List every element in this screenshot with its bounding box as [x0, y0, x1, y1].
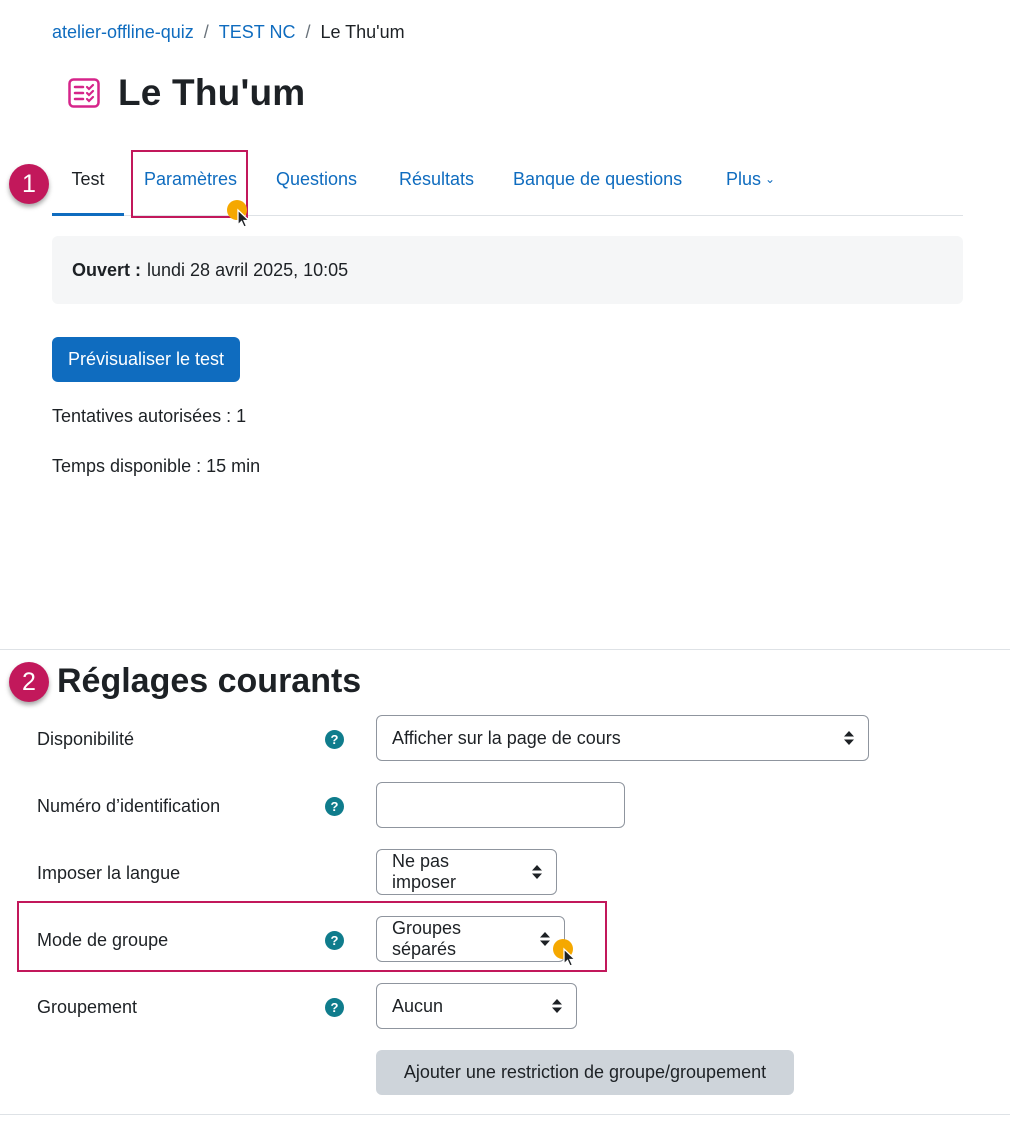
section-title: Réglages courants	[57, 662, 362, 700]
highlight-box-groupmode	[17, 901, 607, 972]
open-value: lundi 28 avril 2025, 10:05	[147, 259, 349, 280]
page-title: Le Thu'um	[118, 72, 306, 113]
step-badge-1: 1	[9, 164, 49, 204]
select-arrows-icon	[552, 999, 562, 1013]
tab-test[interactable]: Test	[52, 156, 124, 216]
chevron-down-icon: ⌄	[765, 172, 776, 186]
attempts-allowed: Tentatives autorisées : 1	[52, 406, 247, 426]
select-arrows-icon	[532, 865, 542, 879]
tab-resultats[interactable]: Résultats	[399, 156, 474, 216]
breadcrumb-current: Le Thu'um	[320, 22, 405, 42]
idnumber-label: Numéro d’identification	[37, 796, 221, 816]
idnumber-input[interactable]	[376, 782, 625, 828]
tab-banque-de-questions[interactable]: Banque de questions	[513, 156, 682, 216]
quiz-open-date: Ouvert : lundi 28 avril 2025, 10:05	[52, 236, 963, 304]
mouse-cursor-icon	[553, 939, 577, 967]
language-label: Imposer la langue	[37, 863, 181, 883]
availability-value: Afficher sur la page de cours	[392, 727, 621, 748]
language-select[interactable]: Ne pas imposer	[376, 849, 557, 895]
tab-plus-label: Plus	[726, 169, 762, 189]
availability-select[interactable]: Afficher sur la page de cours	[376, 715, 869, 761]
help-icon[interactable]: ?	[325, 998, 344, 1017]
select-arrows-icon	[844, 731, 854, 745]
tab-questions[interactable]: Questions	[276, 156, 357, 216]
breadcrumb-link-section[interactable]: TEST NC	[219, 22, 296, 43]
mouse-cursor-icon	[227, 200, 251, 228]
grouping-label: Groupement	[37, 997, 138, 1017]
help-icon[interactable]: ?	[325, 730, 344, 749]
tab-plus[interactable]: Plus ⌄	[726, 156, 775, 216]
step-badge-2: 2	[9, 662, 49, 702]
grouping-value: Aucun	[392, 995, 444, 1016]
add-group-restriction-button[interactable]: Ajouter une restriction de groupe/groupe…	[376, 1050, 794, 1095]
breadcrumb-separator: /	[203, 22, 209, 42]
divider	[0, 649, 1010, 650]
time-limit: Temps disponible : 15 min	[52, 456, 261, 476]
quiz-icon	[68, 77, 100, 109]
page-header: Le Thu'um	[68, 72, 305, 114]
breadcrumb-link-course[interactable]: atelier-offline-quiz	[52, 22, 194, 43]
open-label: Ouvert :	[72, 259, 142, 280]
divider	[0, 1114, 1010, 1115]
grouping-select[interactable]: Aucun	[376, 983, 577, 1029]
breadcrumb-separator: /	[305, 22, 311, 42]
availability-label: Disponibilité	[37, 729, 135, 749]
help-icon[interactable]: ?	[325, 797, 344, 816]
breadcrumb: atelier-offline-quiz / TEST NC / Le Thu'…	[52, 22, 405, 43]
preview-quiz-button[interactable]: Prévisualiser le test	[52, 337, 241, 382]
language-value: Ne pas imposer	[392, 851, 457, 892]
